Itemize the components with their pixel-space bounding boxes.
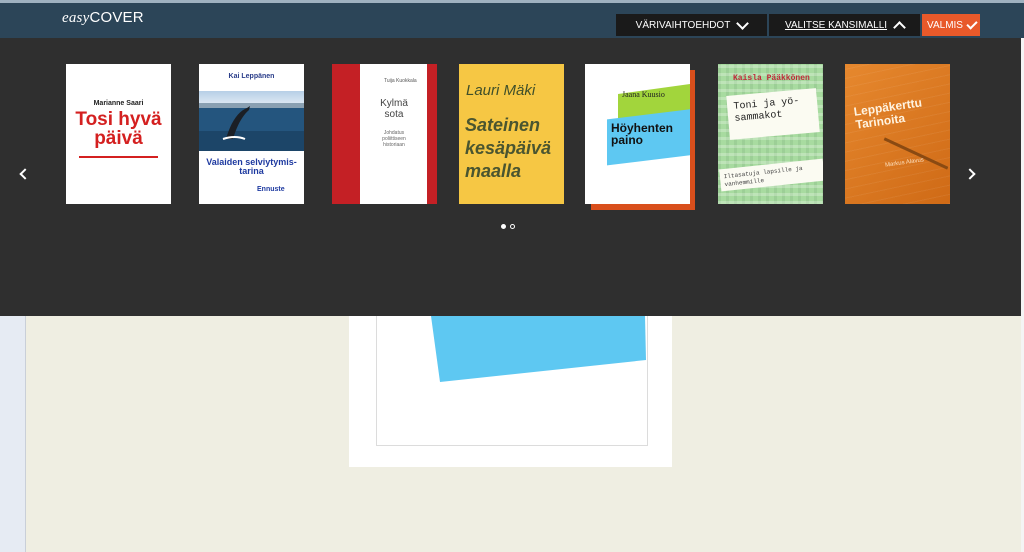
- top-bar-highlight: [0, 0, 1024, 3]
- carousel-prev-button[interactable]: [17, 162, 33, 186]
- cover-author: Lauri Mäki: [466, 82, 536, 99]
- cover-title: Höyhenten paino: [611, 121, 674, 147]
- cover-template-6[interactable]: Kaisla Pääkkönen Toni ja yö-sammakot Ilt…: [718, 64, 823, 204]
- whale-photo: [199, 91, 304, 151]
- preview-blue-shape: [431, 316, 646, 382]
- checkmark-icon: [966, 17, 978, 30]
- chevron-down-icon: [736, 16, 750, 30]
- carousel-next-button[interactable]: [962, 162, 978, 186]
- cover-author: Marianne Saari: [93, 100, 144, 107]
- cover-title: Valaiden selviytymis-tarina: [206, 157, 297, 176]
- cover-template-5[interactable]: Jaana Kuusio Höyhenten paino: [585, 64, 690, 204]
- cover-author: Jaana Kuusio: [622, 90, 665, 99]
- cover-title: Sateinen kesäpäivä maalla: [465, 115, 552, 181]
- cover-preview-sheet: [349, 316, 672, 467]
- carousel-page-dot-2[interactable]: [510, 224, 515, 229]
- done-label: VALMIS: [927, 19, 963, 31]
- color-options-label: VÄRIVAIHTOEHDOT: [635, 19, 731, 31]
- top-bar: easyCOVER VÄRIVAIHTOEHDOT VALITSE KANSIM…: [0, 0, 1024, 38]
- cover-template-2[interactable]: Kai Leppänen Valaiden selviytymis-tarina…: [199, 64, 304, 204]
- cover-subtitle: Johdatus poliittiseen historiaan: [382, 130, 406, 148]
- cover-rule: [79, 156, 158, 158]
- chevron-left-icon: [19, 168, 31, 180]
- template-chooser-panel: Marianne Saari Tosi hyvä päivä Kai Leppä…: [0, 38, 1021, 316]
- cover-texture: [845, 64, 950, 204]
- logo-cover-text: COVER: [89, 9, 144, 26]
- cover-title: Tosi hyvä päivä: [75, 109, 162, 149]
- cover-template-7[interactable]: Leppäkerttu Tarinoita Markus Alavus: [845, 64, 950, 204]
- cover-template-3[interactable]: Tuija Kuokkala Kylmä sota Johdatus polii…: [332, 64, 437, 204]
- choose-template-button[interactable]: VALITSE KANSIMALLI: [769, 14, 920, 36]
- cover-title: Kylmä sota: [380, 98, 408, 120]
- logo-easy-text: easy: [62, 10, 90, 26]
- choose-template-label: VALITSE KANSIMALLI: [784, 19, 888, 31]
- cover-publisher: Ennuste: [257, 186, 285, 193]
- done-button[interactable]: VALMIS: [922, 14, 980, 36]
- cover-author: Kaisla Pääkkönen: [733, 74, 810, 83]
- app-logo[interactable]: easyCOVER: [62, 9, 144, 27]
- cover-template-4[interactable]: Lauri Mäki Sateinen kesäpäivä maalla: [459, 64, 564, 204]
- carousel-page-dot-1[interactable]: [501, 224, 506, 229]
- chevron-up-icon: [893, 20, 906, 34]
- cover-author: Tuija Kuokkala: [384, 78, 417, 84]
- carousel-pagination: [501, 224, 515, 229]
- cover-template-1[interactable]: Marianne Saari Tosi hyvä päivä: [66, 64, 171, 204]
- cover-author: Kai Leppänen: [228, 73, 275, 80]
- chevron-right-icon: [964, 168, 976, 180]
- color-options-button[interactable]: VÄRIVAIHTOEHDOT: [616, 14, 767, 36]
